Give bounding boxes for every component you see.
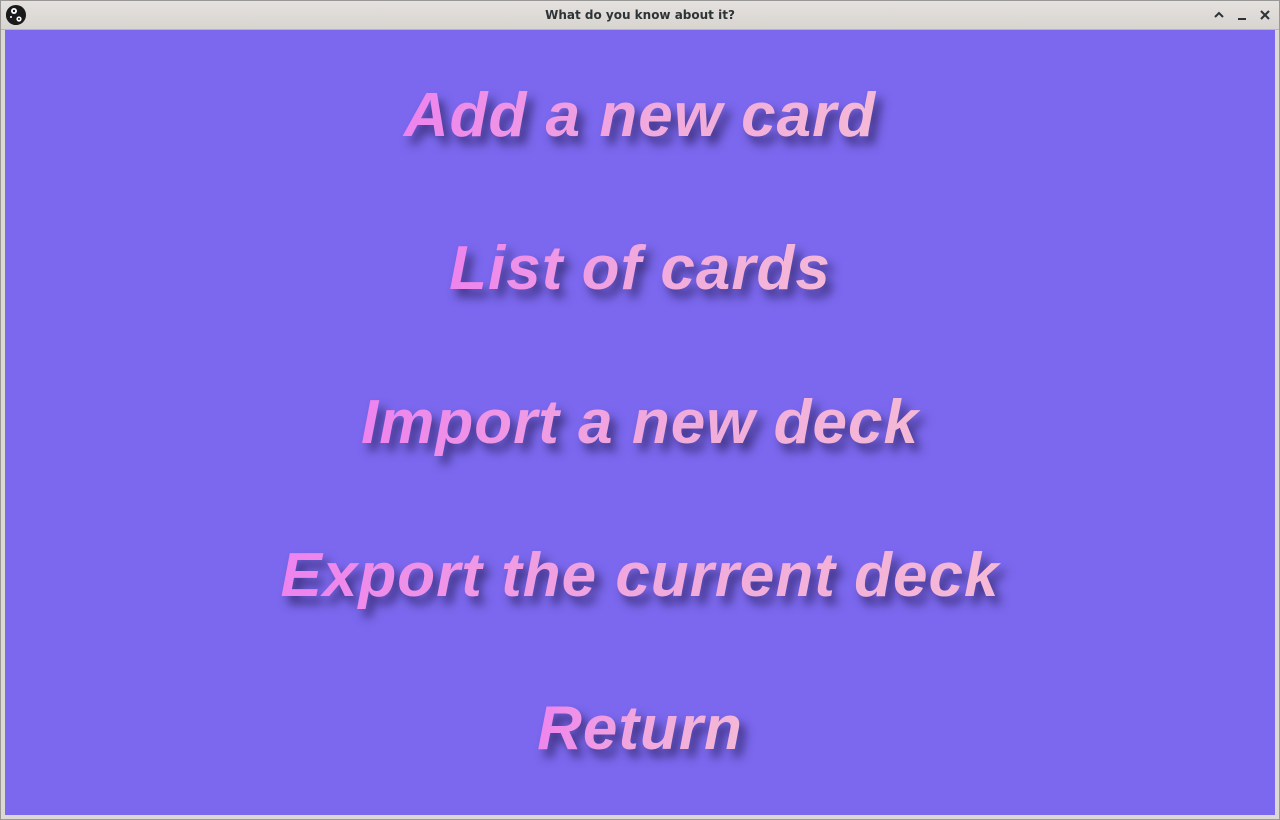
app-window: What do you know about it? Add a new car… xyxy=(0,0,1280,820)
export-deck-label: Export the current deck xyxy=(275,545,1006,617)
return-label: Return xyxy=(531,698,749,770)
list-cards-button[interactable]: List of cards xyxy=(5,238,1275,310)
import-deck-button[interactable]: Import a new deck xyxy=(5,392,1275,464)
import-deck-label: Import a new deck xyxy=(355,392,925,464)
main-menu-panel: Add a new card List of cards Import a ne… xyxy=(5,30,1275,815)
add-card-label: Add a new card xyxy=(398,85,882,157)
add-card-button[interactable]: Add a new card xyxy=(5,85,1275,157)
title-bar[interactable]: What do you know about it? xyxy=(1,1,1279,30)
return-button[interactable]: Return xyxy=(5,698,1275,770)
close-icon[interactable] xyxy=(1257,7,1273,23)
maximize-icon[interactable] xyxy=(1211,7,1227,23)
export-deck-button[interactable]: Export the current deck xyxy=(5,545,1275,617)
minimize-icon[interactable] xyxy=(1234,7,1250,23)
list-cards-label: List of cards xyxy=(443,238,837,310)
window-title: What do you know about it? xyxy=(545,8,735,22)
